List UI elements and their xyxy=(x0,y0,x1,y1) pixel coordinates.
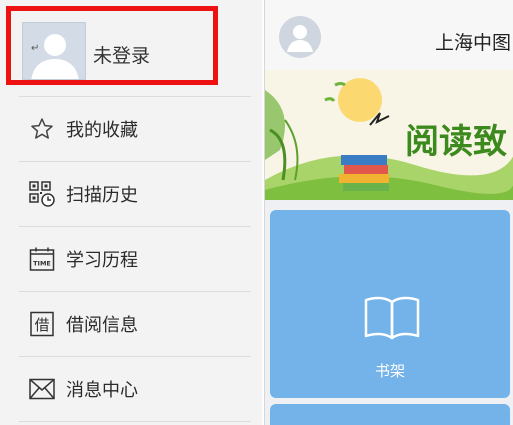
header-avatar-icon[interactable] xyxy=(279,16,321,58)
enter-icon: ↵ xyxy=(31,43,40,54)
borrow-icon-text: 借 xyxy=(34,316,49,334)
menu-item-label: 我的收藏 xyxy=(66,120,138,141)
menu-item-label: 消息中心 xyxy=(66,380,138,401)
side-drawer: ↵ 未登录 我的收藏 扫描历史 TIME 学习历程 借 借阅信息 消息中心 xyxy=(0,0,262,425)
page-title: 上海中图 xyxy=(435,32,512,54)
top-bar: 上海中图 xyxy=(265,0,513,70)
reading-banner[interactable]: 阅读致 xyxy=(265,70,513,200)
drawer-menu: 我的收藏 扫描历史 TIME 学习历程 借 借阅信息 消息中心 xyxy=(19,96,251,422)
menu-item-message-center[interactable]: 消息中心 xyxy=(19,357,251,422)
menu-item-label: 学习历程 xyxy=(66,250,138,271)
open-book-icon xyxy=(363,294,421,344)
next-tile[interactable] xyxy=(270,404,510,425)
menu-item-favorites[interactable]: 我的收藏 xyxy=(19,96,251,162)
login-status-label[interactable]: 未登录 xyxy=(93,41,150,68)
menu-item-label: 扫描历史 xyxy=(66,185,138,206)
time-calendar-icon: TIME xyxy=(29,246,55,272)
main-panel: 上海中图 阅读致 书架 xyxy=(264,0,513,425)
star-icon xyxy=(29,116,55,142)
borrow-icon: 借 xyxy=(29,311,55,337)
bookshelf-label: 书架 xyxy=(374,362,405,380)
user-login-area[interactable]: ↵ 未登录 xyxy=(6,6,218,85)
menu-item-borrow-info[interactable]: 借 借阅信息 xyxy=(19,292,251,357)
bookshelf-tile[interactable]: 书架 xyxy=(270,210,510,398)
calendar-icon-text: TIME xyxy=(33,260,51,268)
menu-item-learning-history[interactable]: TIME 学习历程 xyxy=(19,227,251,292)
menu-item-label: 借阅信息 xyxy=(66,315,138,336)
mail-icon xyxy=(29,376,55,402)
qr-history-icon xyxy=(29,181,55,207)
banner-slogan: 阅读致 xyxy=(405,122,507,162)
menu-item-scan-history[interactable]: 扫描历史 xyxy=(19,162,251,227)
